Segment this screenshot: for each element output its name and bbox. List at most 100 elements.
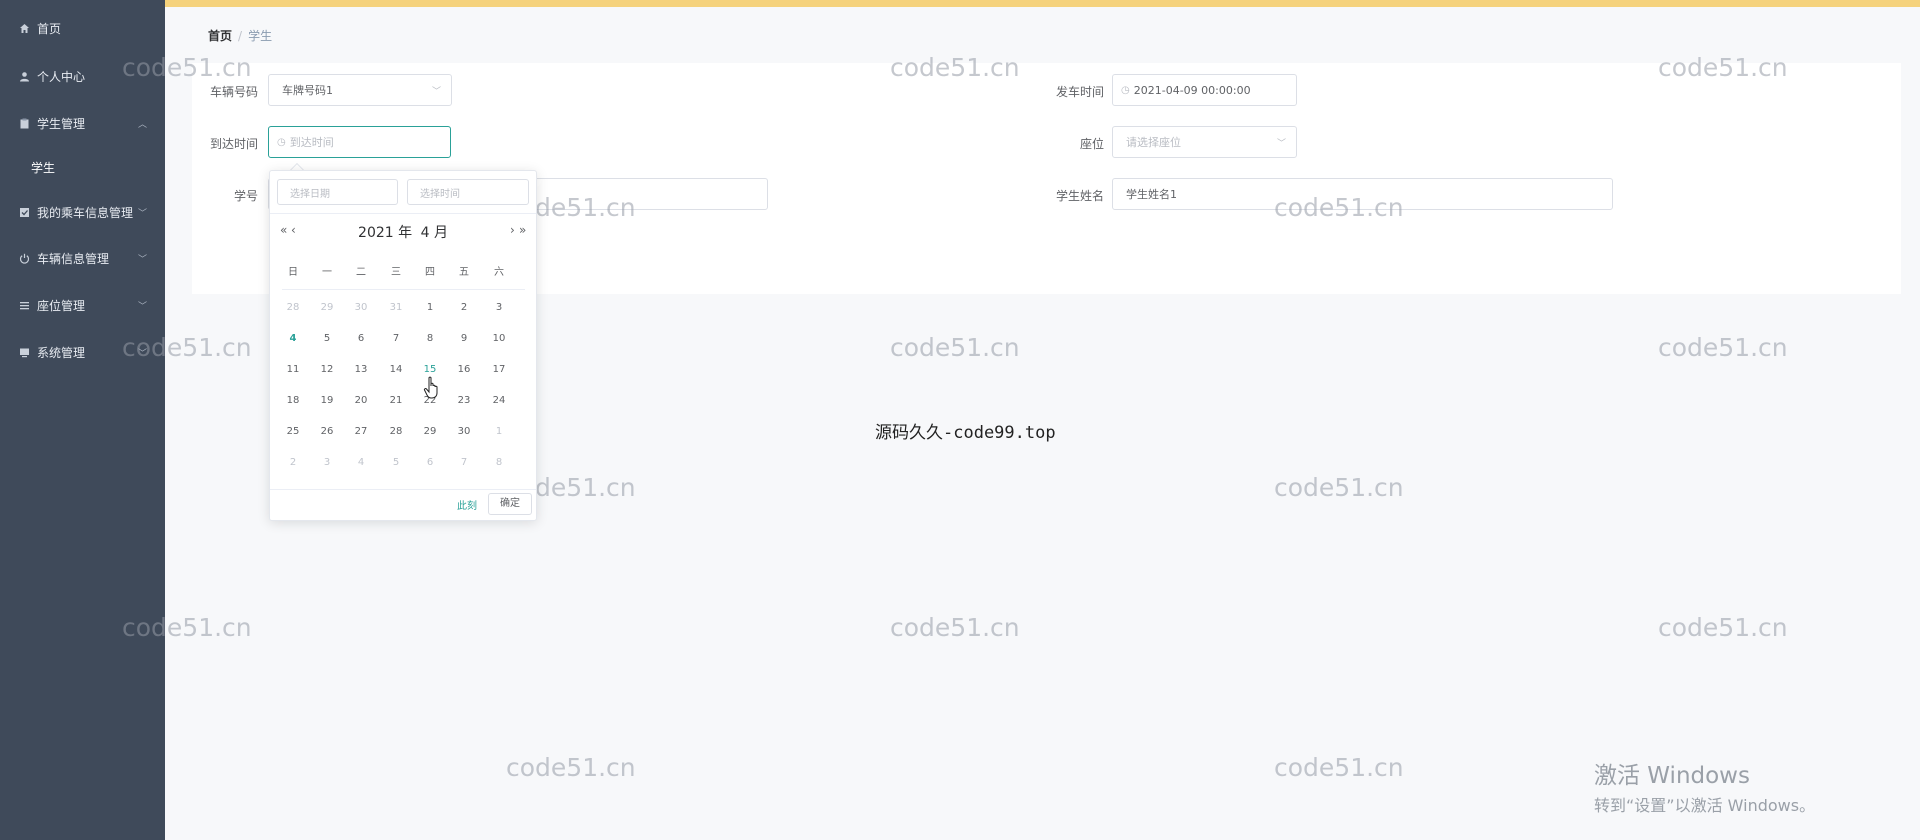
plate-value: 车牌号码1 [282,84,333,97]
calendar-day[interactable]: 27 [344,421,378,443]
calendar-day[interactable]: 3 [482,297,516,319]
plate-select[interactable]: 车牌号码1 ﹀ [268,74,452,106]
calendar-day[interactable]: 19 [310,390,344,412]
top-accent-bar [0,0,1920,7]
sidebar-subitem-label: 学生 [31,160,56,175]
sidebar-item-label: 座位管理 [37,298,86,313]
calendar-day[interactable]: 18 [276,390,310,412]
calendar-day[interactable]: 5 [310,328,344,350]
calendar-day[interactable]: 24 [482,390,516,412]
seat-label: 座位 [1079,137,1104,151]
now-button[interactable]: 此刻 [457,497,477,512]
calendar-day[interactable]: 14 [379,359,413,381]
picker-month[interactable]: 4 [421,225,430,241]
calendar-day[interactable]: 30 [447,421,481,443]
weekday-label: 日 [288,267,298,278]
weekday-label: 三 [391,267,401,278]
student-no-label: 学号 [233,189,258,203]
sidebar-item-label: 学生管理 [37,116,86,131]
depart-value: 2021-04-09 00:00:00 [1133,83,1251,97]
calendar-day[interactable]: 1 [482,421,516,443]
weekday-label: 二 [356,267,366,278]
calendar-day[interactable]: 7 [447,452,481,474]
breadcrumb-home[interactable]: 首页 [208,29,232,43]
sidebar-item-label: 车辆信息管理 [37,251,110,266]
calendar-day[interactable]: 12 [310,359,344,381]
depart-label: 发车时间 [1055,85,1104,99]
calendar-day[interactable]: 23 [447,390,481,412]
calendar-day[interactable]: 11 [276,359,310,381]
calendar-day[interactable]: 28 [276,297,310,319]
breadcrumb-separator: / [238,29,243,43]
calendar-day[interactable]: 30 [344,297,378,319]
calendar-day[interactable]: 2 [447,297,481,319]
hand-pointer-icon [423,376,438,399]
next-month-button[interactable]: › [510,223,515,237]
sidebar-subitem-student[interactable]: 学生 [0,147,165,187]
calendar-day[interactable]: 8 [413,328,447,350]
calendar-day[interactable]: 7 [379,328,413,350]
calendar-day[interactable]: 6 [344,328,378,350]
student-name-value: 学生姓名1 [1126,188,1177,201]
clipboard-icon [18,117,30,129]
sidebar-item-home[interactable]: 首页 [0,8,165,48]
weekday-label: 五 [459,267,469,278]
student-name-input[interactable]: 学生姓名1 [1112,178,1613,210]
depart-time-input[interactable]: ◷ 2021-04-09 00:00:00 [1112,74,1297,106]
calendar-day[interactable]: 31 [379,297,413,319]
calendar-day[interactable]: 6 [413,452,447,474]
picker-year[interactable]: 2021 [358,225,394,241]
calendar-day[interactable]: 17 [482,359,516,381]
seat-select[interactable]: 请选择座位 ﹀ [1112,126,1297,158]
calendar-day[interactable]: 20 [344,390,378,412]
calendar-day[interactable]: 8 [482,452,516,474]
calendar-day[interactable]: 1 [413,297,447,319]
calendar-day[interactable]: 2 [276,452,310,474]
picker-date-placeholder: 选择日期 [290,188,330,200]
calendar-day[interactable]: 21 [379,390,413,412]
picker-time-input[interactable]: 选择时间 [407,179,529,205]
activation-subtitle: 转到“设置”以激活 Windows。 [1594,796,1816,815]
calendar-day[interactable]: 10 [482,328,516,350]
calendar-day[interactable]: 3 [310,452,344,474]
weekday-label: 六 [494,267,504,278]
sidebar-item-profile[interactable]: 个人中心 [0,56,165,96]
picker-time-placeholder: 选择时间 [420,188,460,200]
arrive-time-input[interactable]: ◷ 到达时间 [268,126,451,158]
calendar-day[interactable]: 16 [447,359,481,381]
picker-footer-divider [270,489,536,490]
calendar-day[interactable]: 26 [310,421,344,443]
date-picker-popover: 选择日期 选择时间 « ‹ 2021 年 4 月 › » 日一二三四五六 28 2… [269,170,537,521]
sidebar-item-label: 我的乘车信息管理 [37,205,134,220]
windows-activation-notice: 激活 Windows 转到“设置”以激活 Windows。 [1594,756,1815,816]
chevron-down-icon: ﹀ [431,86,441,97]
plate-label: 车辆号码 [209,85,258,99]
sidebar-item-vehicle-info[interactable]: 车辆信息管理 ﹀ [0,238,165,278]
calendar-day[interactable]: 5 [379,452,413,474]
calendar-day[interactable]: 28 [379,421,413,443]
sidebar-item-student-management[interactable]: 学生管理 ︿ [0,103,165,143]
calendar-day[interactable]: 13 [344,359,378,381]
calendar-day[interactable]: 4 [344,452,378,474]
sidebar-item-system-management[interactable]: 系统管理 ﹀ [0,332,165,372]
calendar-day[interactable]: 29 [413,421,447,443]
weekday-divider [282,289,525,290]
calendar-day[interactable]: 25 [276,421,310,443]
calendar-day[interactable]: 9 [447,328,481,350]
confirm-button[interactable]: 确定 [488,493,532,515]
arrive-label: 到达时间 [209,137,258,151]
picker-month-header: 2021 年 4 月 [270,222,536,242]
power-icon [18,252,30,264]
sidebar-item-my-ride-info[interactable]: 我的乘车信息管理 ﹀ [0,192,165,232]
sidebar-item-label: 系统管理 [37,345,86,360]
check-square-icon [18,206,30,218]
monitor-icon [18,346,30,358]
calendar-day-today[interactable]: 4 [276,328,310,350]
next-year-button[interactable]: » [519,223,526,237]
arrive-placeholder: 到达时间 [289,136,334,149]
calendar-day[interactable]: 29 [310,297,344,319]
picker-date-input[interactable]: 选择日期 [277,179,398,205]
sidebar: 首页 个人中心 学生管理 ︿ 学生 我的乘车信息管理 ﹀ 车辆信息管理 ﹀ 座位… [0,0,165,840]
chevron-up-icon: ︿ [137,119,147,130]
sidebar-item-seat-management[interactable]: 座位管理 ﹀ [0,285,165,325]
